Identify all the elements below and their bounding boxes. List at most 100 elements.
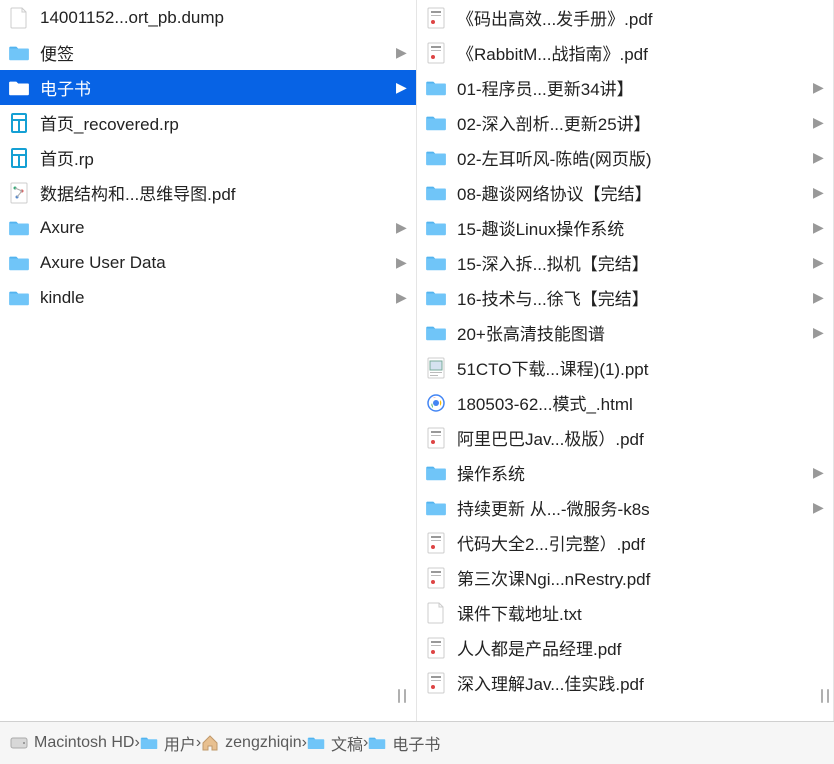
path-segment[interactable]: 电子书	[368, 731, 440, 755]
folder-icon	[425, 217, 447, 239]
file-label: 14001152...ort_pb.dump	[40, 8, 408, 28]
file-label: 180503-62...模式_.html	[457, 390, 825, 415]
folder-icon	[8, 252, 30, 274]
file-row[interactable]: 数据结构和...思维导图.pdf	[0, 175, 416, 210]
file-txt-icon	[425, 602, 447, 624]
folder-row[interactable]: 电子书▶	[0, 70, 416, 105]
file-rp-icon	[8, 147, 30, 169]
file-label: 15-深入拆...拟机【完结】	[457, 250, 813, 275]
file-label: 电子书	[40, 75, 396, 100]
file-ppt-icon	[425, 357, 447, 379]
file-label: 20+张高清技能图谱	[457, 320, 813, 345]
file-label: 08-趣谈网络协议【完结】	[457, 180, 813, 205]
file-row[interactable]: 首页_recovered.rp	[0, 105, 416, 140]
folder-row[interactable]: 15-趣谈Linux操作系统▶	[417, 210, 833, 245]
path-label: Macintosh HD	[34, 734, 134, 752]
file-label: 第三次课Ngi...nRestry.pdf	[457, 565, 825, 590]
folder-row[interactable]: Axure▶	[0, 210, 416, 245]
file-label: Axure User Data	[40, 253, 396, 273]
path-segment[interactable]: 文稿	[307, 731, 363, 755]
file-label: 课件下载地址.txt	[457, 600, 825, 625]
file-row[interactable]: 人人都是产品经理.pdf	[417, 630, 833, 665]
folder-icon	[425, 287, 447, 309]
folder-row[interactable]: 操作系统▶	[417, 455, 833, 490]
folder-icon	[425, 252, 447, 274]
folder-icon	[425, 322, 447, 344]
folder-icon	[307, 734, 325, 752]
path-label: 文稿	[331, 731, 363, 755]
file-row[interactable]: 首页.rp	[0, 140, 416, 175]
path-bar[interactable]: Macintosh HD›用户›zengzhiqin›文稿›电子书	[0, 721, 834, 764]
folder-row[interactable]: Axure User Data▶	[0, 245, 416, 280]
file-row[interactable]: 深入理解Jav...佳实践.pdf	[417, 665, 833, 700]
file-pdf-icon	[425, 532, 447, 554]
path-segment[interactable]: 用户	[140, 731, 196, 755]
file-label: 操作系统	[457, 460, 813, 485]
file-pdf-icon	[425, 7, 447, 29]
file-pdf-icon	[425, 567, 447, 589]
folder-icon	[8, 217, 30, 239]
file-pdf-icon	[425, 42, 447, 64]
folder-row[interactable]: 便签▶	[0, 35, 416, 70]
file-label: kindle	[40, 288, 396, 308]
column-resize-handle[interactable]	[393, 0, 411, 721]
file-label: 首页.rp	[40, 145, 408, 170]
file-row[interactable]: 《码出高效...发手册》.pdf	[417, 0, 833, 35]
folder-row[interactable]: 02-左耳听风-陈皓(网页版)▶	[417, 140, 833, 175]
file-row[interactable]: 180503-62...模式_.html	[417, 385, 833, 420]
file-row[interactable]: 课件下载地址.txt	[417, 595, 833, 630]
file-label: 人人都是产品经理.pdf	[457, 635, 825, 660]
file-label: 代码大全2...引完整）.pdf	[457, 530, 825, 555]
folder-icon	[425, 182, 447, 204]
path-segment[interactable]: zengzhiqin	[201, 734, 302, 752]
file-row[interactable]: 14001152...ort_pb.dump	[0, 0, 416, 35]
file-row[interactable]: 51CTO下载...课程)(1).ppt	[417, 350, 833, 385]
path-label: 电子书	[392, 731, 440, 755]
home-icon	[201, 734, 219, 752]
folder-row[interactable]: kindle▶	[0, 280, 416, 315]
folder-row[interactable]: 20+张高清技能图谱▶	[417, 315, 833, 350]
path-label: zengzhiqin	[225, 734, 302, 752]
file-label: 《码出高效...发手册》.pdf	[457, 5, 825, 30]
folder-row[interactable]: 16-技术与...徐飞【完结】▶	[417, 280, 833, 315]
folder-icon	[425, 147, 447, 169]
finder-column-1[interactable]: 《码出高效...发手册》.pdf 《RabbitM...战指南》.pdf 01-程序…	[417, 0, 834, 721]
column-resize-handle[interactable]	[816, 0, 834, 721]
finder-column-0[interactable]: 14001152...ort_pb.dump 便签▶电子书▶首页_recovere…	[0, 0, 417, 721]
finder-columns: 14001152...ort_pb.dump 便签▶电子书▶首页_recovere…	[0, 0, 834, 721]
file-row[interactable]: 阿里巴巴Jav...极版）.pdf	[417, 420, 833, 455]
folder-icon	[8, 287, 30, 309]
disk-icon	[10, 734, 28, 752]
file-label: 数据结构和...思维导图.pdf	[40, 180, 408, 205]
file-pdf-icon	[425, 427, 447, 449]
file-label: 持续更新 从...-微服务-k8s	[457, 495, 813, 520]
file-label: 02-左耳听风-陈皓(网页版)	[457, 145, 813, 170]
file-row[interactable]: 《RabbitM...战指南》.pdf	[417, 35, 833, 70]
file-label: 《RabbitM...战指南》.pdf	[457, 40, 825, 65]
file-label: Axure	[40, 218, 396, 238]
folder-icon	[425, 497, 447, 519]
folder-row[interactable]: 持续更新 从...-微服务-k8s▶	[417, 490, 833, 525]
path-label: 用户	[164, 731, 196, 755]
folder-row[interactable]: 01-程序员...更新34讲】▶	[417, 70, 833, 105]
file-label: 51CTO下载...课程)(1).ppt	[457, 355, 825, 380]
file-row[interactable]: 第三次课Ngi...nRestry.pdf	[417, 560, 833, 595]
folder-row[interactable]: 15-深入拆...拟机【完结】▶	[417, 245, 833, 280]
folder-row[interactable]: 02-深入剖析...更新25讲】▶	[417, 105, 833, 140]
folder-icon	[8, 77, 30, 99]
file-row[interactable]: 代码大全2...引完整）.pdf	[417, 525, 833, 560]
folder-icon	[425, 77, 447, 99]
folder-row[interactable]: 08-趣谈网络协议【完结】▶	[417, 175, 833, 210]
file-label: 深入理解Jav...佳实践.pdf	[457, 670, 825, 695]
file-label: 阿里巴巴Jav...极版）.pdf	[457, 425, 825, 450]
file-label: 01-程序员...更新34讲】	[457, 75, 813, 100]
folder-icon	[8, 42, 30, 64]
file-rp-icon	[8, 112, 30, 134]
path-segment[interactable]: Macintosh HD	[10, 734, 134, 752]
file-html-icon	[425, 392, 447, 414]
file-label: 02-深入剖析...更新25讲】	[457, 110, 813, 135]
folder-icon	[425, 112, 447, 134]
file-label: 16-技术与...徐飞【完结】	[457, 285, 813, 310]
file-pdf-icon	[425, 672, 447, 694]
file-pdf-icon	[425, 637, 447, 659]
